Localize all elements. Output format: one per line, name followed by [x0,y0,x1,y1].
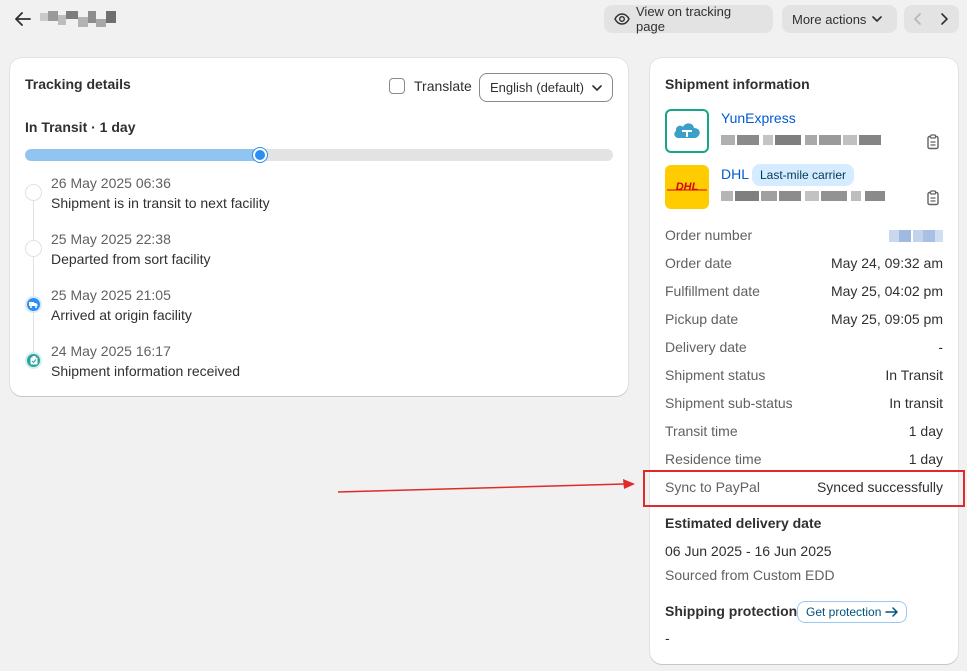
language-select-value: English (default) [490,80,584,95]
event-time: 25 May 2025 22:38 [51,231,171,247]
clipboard-icon [25,352,42,369]
info-label: Fulfillment date [665,283,760,299]
get-protection-button[interactable]: Get protection [797,601,908,623]
eye-icon [614,13,630,25]
info-row-fulfillment-date: Fulfillment date May 25, 04:02 pm [665,283,943,303]
back-button[interactable] [12,8,34,30]
tracking-progress-bar [25,149,613,161]
chevron-left-icon [914,13,921,25]
carrier-name-link[interactable]: YunExpress [721,110,796,126]
info-row-order-date: Order date May 24, 09:32 am [665,255,943,275]
tracking-number-redacted [721,191,889,201]
event-description: Shipment is in transit to next facility [51,195,270,211]
event-time: 26 May 2025 06:36 [51,175,171,191]
info-value: 1 day [908,423,943,439]
tracking-details-card: Tracking details Translate English (defa… [10,58,628,396]
arrow-left-icon [15,12,31,26]
info-label: Delivery date [665,339,747,355]
info-value: May 25, 04:02 pm [830,283,943,299]
event-description: Departed from sort facility [51,251,211,267]
truck-icon [25,296,42,313]
timeline-event: 24 May 2025 16:17 Shipment information r… [25,343,615,393]
info-row-order-number: Order number [665,227,943,247]
shipping-protection-title: Shipping protection [665,603,798,619]
info-label: Pickup date [665,311,739,327]
annotation-highlight-box [643,470,965,507]
event-time: 25 May 2025 21:05 [51,287,171,303]
arrow-right-icon [885,607,899,617]
info-row-transit-time: Transit time 1 day [665,423,943,443]
info-row-pickup-date: Pickup date May 25, 09:05 pm [665,311,943,331]
estimated-delivery-title: Estimated delivery date [665,515,822,531]
timeline-event: 25 May 2025 22:38 Departed from sort fac… [25,231,615,281]
info-label: Transit time [665,423,738,439]
empty-circle-icon [25,240,42,257]
next-button[interactable] [931,5,958,33]
last-mile-carrier-badge: Last-mile carrier [752,164,855,186]
info-label: Order number [665,227,753,243]
info-row-shipment-sub-status: Shipment sub-status In transit [665,395,943,415]
copy-icon[interactable] [925,134,941,150]
order-number-redacted[interactable] [889,230,943,242]
timeline-event: 25 May 2025 21:05 Arrived at origin faci… [25,287,615,337]
tracking-details-title: Tracking details [25,76,131,92]
shipping-protection-value: - [665,630,670,646]
page-title-redacted [38,9,118,31]
carrier-dhl: DHL DHL Last-mile carrier [665,164,945,211]
info-row-residence-time: Residence time 1 day [665,451,943,471]
estimated-delivery-source: Sourced from Custom EDD [665,567,835,583]
yunexpress-logo [665,109,709,153]
tracking-status: In Transit · 1 day [25,119,136,135]
timeline-event: 26 May 2025 06:36 Shipment is in transit… [25,175,615,225]
chevron-right-icon [941,13,948,25]
info-value: In Transit [885,367,943,383]
carrier-name-link[interactable]: DHL [721,166,749,182]
dhl-logo: DHL [665,165,709,209]
svg-text:DHL: DHL [676,181,699,193]
top-bar: View on tracking page More actions [0,0,967,38]
tracking-number-redacted [721,135,889,145]
translate-checkbox[interactable] [389,78,405,94]
previous-button[interactable] [904,5,931,33]
info-value: - [938,339,943,355]
translate-toggle: Translate [389,78,472,94]
info-value: In transit [889,395,943,411]
record-navigation [904,5,959,33]
empty-circle-icon [25,184,42,201]
info-label: Shipment sub-status [665,395,793,411]
info-row-shipment-status: Shipment status In Transit [665,367,943,387]
info-value: May 25, 09:05 pm [830,311,943,327]
chevron-down-icon [592,84,602,91]
get-protection-label: Get protection [806,605,882,619]
event-description: Arrived at origin facility [51,307,192,323]
translate-label: Translate [414,78,472,94]
info-label: Order date [665,255,732,271]
info-label: Residence time [665,451,762,467]
info-value: May 24, 09:32 am [830,255,943,271]
event-description: Shipment information received [51,363,241,379]
shipment-information-title: Shipment information [665,76,810,92]
info-label: Shipment status [665,367,766,383]
info-value: 1 day [908,451,943,467]
tracking-progress-fill [25,149,261,161]
event-time: 24 May 2025 16:17 [51,343,171,359]
info-row-delivery-date: Delivery date - [665,339,943,359]
more-actions-label: More actions [792,11,867,27]
more-actions-button[interactable]: More actions [782,5,897,33]
copy-icon[interactable] [925,190,941,206]
language-select[interactable]: English (default) [479,73,613,102]
shipment-information-card: Shipment information YunExpress DHL DHL … [650,58,958,664]
estimated-delivery-range: 06 Jun 2025 - 16 Jun 2025 [665,543,832,559]
view-on-tracking-page-label: View on tracking page [636,4,732,34]
view-on-tracking-page-button[interactable]: View on tracking page [604,4,773,34]
chevron-down-icon [872,16,883,22]
carrier-yunexpress: YunExpress [665,109,945,155]
